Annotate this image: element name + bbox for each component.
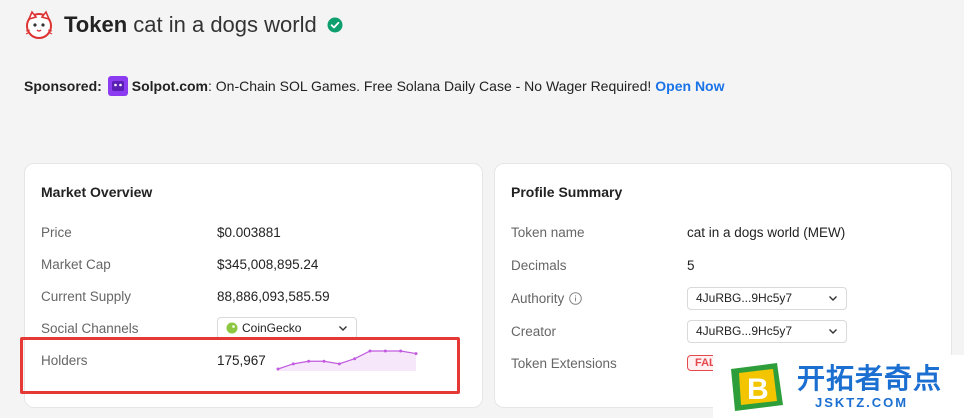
holders-label: Holders (41, 352, 88, 368)
token-header: Token cat in a dogs world (24, 8, 343, 42)
token-name-value: cat in a dogs world (MEW) (687, 224, 846, 240)
coingecko-icon (226, 322, 238, 334)
decimals-label: Decimals (511, 257, 567, 273)
price-value: $0.003881 (217, 224, 281, 240)
token-name-label: Token name (511, 224, 585, 240)
title-prefix: Token (64, 12, 128, 37)
authority-value: 4JuRBG...9Hc5y7 (696, 291, 793, 305)
page-title: Token cat in a dogs world (64, 12, 317, 38)
watermark-cn-text: 开拓者奇点 (797, 362, 943, 395)
social-channels-value: CoinGecko (242, 321, 302, 335)
creator-label: Creator (511, 323, 557, 339)
sparkline-point (352, 357, 356, 361)
token-name-title: cat in a dogs world (133, 12, 317, 37)
watermark-en-text: JSKTZ.COM (815, 395, 909, 410)
market-overview-title: Market Overview (41, 184, 153, 200)
chevron-down-icon (829, 329, 837, 334)
current-supply-label: Current Supply (41, 288, 132, 304)
info-icon[interactable] (569, 291, 583, 305)
open-now-link[interactable]: Open Now (655, 78, 724, 94)
holders-value: 175,967 (217, 352, 266, 368)
holders-sparkline (276, 349, 418, 371)
current-supply-value: 88,886,093,585.59 (217, 288, 330, 304)
social-channels-label: Social Channels (41, 320, 139, 336)
sparkline-point (383, 349, 387, 353)
token-name-row: Token name cat in a dogs world (MEW) (511, 218, 935, 246)
token-extensions-label: Token Extensions (511, 355, 617, 371)
authority-select[interactable]: 4JuRBG...9Hc5y7 (687, 286, 847, 310)
sparkline-point (306, 359, 310, 363)
market-overview-card: Market Overview Price $0.003881 Market C… (24, 163, 483, 408)
svg-text:B: B (747, 373, 769, 406)
creator-select[interactable]: 4JuRBG...9Hc5y7 (687, 319, 847, 343)
market-cap-value: $345,008,895.24 (217, 256, 319, 272)
sponsor-brand[interactable]: Solpot.com (132, 78, 208, 94)
sparkline-point (291, 362, 295, 366)
profile-summary-title: Profile Summary (511, 184, 623, 200)
decimals-row: Decimals 5 (511, 251, 935, 279)
creator-value: 4JuRBG...9Hc5y7 (696, 324, 793, 338)
authority-row: Authority 4JuRBG...9Hc5y7 (511, 284, 935, 312)
sponsored-banner: Sponsored: Solpot.com : On-Chain SOL Gam… (24, 76, 725, 96)
social-channels-row: Social Channels CoinGecko (41, 314, 466, 342)
solpot-logo-icon (107, 76, 128, 96)
chevron-down-icon (339, 326, 347, 331)
social-channels-select[interactable]: CoinGecko (217, 316, 357, 340)
sparkline-point (337, 362, 341, 366)
sparkline-point (276, 367, 280, 371)
holders-row: Holders 175,967 (41, 346, 466, 374)
cat-face-icon (25, 10, 53, 39)
site-watermark: B 开拓者奇点 JSKTZ.COM (713, 355, 964, 418)
market-cap-row: Market Cap $345,008,895.24 (41, 250, 466, 278)
current-supply-row: Current Supply 88,886,093,585.59 (41, 282, 466, 310)
decimals-value: 5 (687, 257, 695, 273)
sparkline-point (322, 359, 326, 363)
watermark-logo: B (731, 362, 783, 411)
authority-label: Authority (511, 290, 565, 306)
price-row: Price $0.003881 (41, 218, 466, 246)
price-label: Price (41, 224, 72, 240)
sponsor-text: : On-Chain SOL Games. Free Solana Daily … (208, 78, 652, 94)
check-badge-icon (327, 17, 343, 33)
sparkline-point (398, 349, 402, 353)
chevron-down-icon (829, 296, 837, 301)
sponsored-label: Sponsored: (24, 78, 102, 94)
sparkline-point (414, 352, 418, 356)
creator-row: Creator 4JuRBG...9Hc5y7 (511, 317, 935, 345)
market-cap-label: Market Cap (41, 256, 111, 272)
sparkline-point (368, 349, 372, 353)
